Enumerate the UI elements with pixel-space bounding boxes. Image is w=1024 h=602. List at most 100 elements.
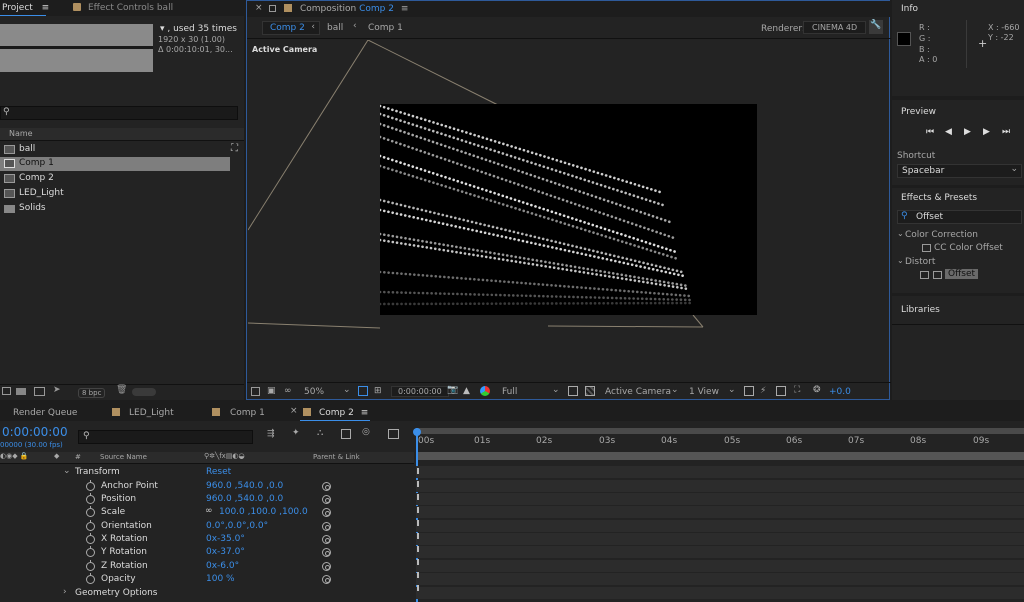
crumb-comp2[interactable]: Comp 2 ‹ [262,21,320,35]
lock-icon[interactable] [269,5,276,12]
project-item-comp1[interactable]: Comp 1 [0,157,230,171]
chevron-down-icon[interactable]: ⌄ [728,385,736,395]
composition-flowchart-icon[interactable]: ⇶ [267,429,275,439]
crumb-comp1[interactable]: Comp 1 [368,23,403,33]
hamburger-icon[interactable]: ≡ [401,4,409,14]
exposure-value[interactable]: +0.0 [829,387,851,397]
stopwatch-icon[interactable] [86,506,95,517]
interpret-footage-icon[interactable] [2,387,11,395]
hamburger-icon[interactable]: ≡ [42,3,50,13]
crumb-ball[interactable]: ball [327,23,343,33]
prop-row-y-rotation[interactable]: Y Rotation 0x-37.0° [0,546,408,559]
project-item-comp2[interactable]: Comp 2 [0,172,230,186]
pickwhip-icon[interactable] [322,495,331,504]
hide-shy-icon[interactable]: ⛬ [317,428,323,438]
prop-value[interactable]: 0x-37.0° [206,547,245,557]
pickwhip-icon[interactable] [322,562,331,571]
chevron-down-icon[interactable]: ⌄ [671,385,679,395]
fast-preview-icon[interactable]: ⚡ [760,386,766,396]
prop-row-z-rotation[interactable]: Z Rotation 0x-6.0° [0,560,408,573]
tab-project[interactable]: Project ≡ [2,3,49,13]
shortcut-select[interactable]: Spacebar ⌄ [897,164,1022,178]
pickwhip-icon[interactable] [322,535,331,544]
new-folder-icon[interactable] [16,388,26,395]
motion-blur-icon[interactable]: ◎ [362,427,370,437]
pickwhip-icon[interactable] [322,482,331,491]
prop-row-orientation[interactable]: Orientation 0.0°,0.0°,0.0° [0,520,408,533]
timeline-timecode[interactable]: 0:00:00:00 [2,425,68,439]
region-icon[interactable] [568,386,578,396]
prop-row-scale[interactable]: Scale ∞ 100.0 ,100.0 ,100.0 [0,506,408,519]
tab-comp2[interactable]: Comp 2 ≡ [319,408,368,418]
stopwatch-icon[interactable] [86,480,95,491]
prop-value[interactable]: 960.0 ,540.0 ,0.0 [206,481,283,491]
stopwatch-icon[interactable] [86,493,95,504]
play-icon[interactable]: ▶ [964,127,971,137]
grid-icon[interactable]: ⊞ [374,386,382,396]
frame-blending-icon[interactable] [341,429,351,439]
reset-exposure-icon[interactable]: ❂ [813,385,821,395]
graph-editor-icon[interactable] [388,429,399,439]
transparency-grid-icon[interactable] [585,386,595,396]
tab-led-light[interactable]: LED_Light [129,408,174,418]
close-icon[interactable]: × [290,406,298,416]
prop-row-anchor-point[interactable]: Anchor Point 960.0 ,540.0 ,0.0 [0,480,408,493]
project-item-solids[interactable]: Solids [0,202,230,216]
arrow-icon[interactable]: ➤ [53,385,61,395]
project-scroll[interactable] [132,388,156,396]
prop-value[interactable]: 100.0 ,100.0 ,100.0 [219,507,308,517]
geometry-options-row[interactable]: › Geometry Options [0,587,408,600]
work-area-bar[interactable] [416,452,1024,460]
flowchart-icon[interactable]: ⛶ [231,143,238,154]
camera-icon[interactable]: 📷 [447,385,458,395]
pickwhip-icon[interactable] [322,508,331,517]
view-select[interactable]: Active Camera [605,387,671,397]
pickwhip-icon[interactable] [322,522,331,531]
trash-icon[interactable]: 🗑 [116,385,127,395]
prop-row-opacity[interactable]: Opacity 100 % [0,573,408,586]
last-frame-icon[interactable]: ⏭ [1002,127,1010,137]
prop-row-position[interactable]: Position 960.0 ,540.0 ,0.0 [0,493,408,506]
project-item-led-light[interactable]: LED_Light [0,187,230,201]
zoom-select[interactable]: 50% [304,387,324,397]
stopwatch-icon[interactable] [86,573,95,584]
first-frame-icon[interactable]: ⏮ [926,127,934,137]
draft-3d-icon[interactable]: ✦ [292,428,300,438]
effects-item-cc-color-offset[interactable]: CC Color Offset [934,243,1003,253]
project-item-ball[interactable]: ball [0,143,230,157]
tab-comp1[interactable]: Comp 1 [230,408,265,418]
prop-value[interactable]: 960.0 ,540.0 ,0.0 [206,494,283,504]
effects-cat-color-correction[interactable]: Color Correction [905,230,978,240]
chevron-right-icon[interactable]: › [63,587,67,597]
renderer-value[interactable]: CINEMA 4D [803,21,867,34]
chevron-down-icon[interactable]: ⌄ [897,256,904,265]
playhead-handle[interactable] [413,428,421,436]
chevron-down-icon[interactable]: ⌄ [63,466,71,476]
color-channels-icon[interactable] [480,386,490,396]
chevron-down-icon[interactable]: ⌄ [343,385,351,395]
lock-icon[interactable] [73,3,81,11]
toggle-pixel-icon[interactable] [744,386,754,396]
time-ruler[interactable]: 00s 01s 02s 03s 04s 05s 06s 07s 08s 09s [416,435,1024,452]
timeline-search-input[interactable]: ⚲ [78,430,253,444]
prop-value[interactable]: 0x-6.0° [206,561,239,571]
3d-glasses-icon[interactable]: ▣ [267,386,276,396]
stopwatch-icon[interactable] [86,560,95,571]
tab-render-queue[interactable]: Render Queue [13,408,77,418]
effects-search-input[interactable]: ⚲ Offset [897,210,1022,224]
reset-link[interactable]: Reset [206,467,231,477]
views-select[interactable]: 1 View [689,387,719,397]
pickwhip-icon[interactable] [322,548,331,557]
new-comp-icon[interactable] [34,387,45,396]
prop-value[interactable]: 100 % [206,574,235,584]
effects-cat-distort[interactable]: Distort [905,257,935,267]
stopwatch-icon[interactable] [86,533,95,544]
prop-row-x-rotation[interactable]: X Rotation 0x-35.0° [0,533,408,546]
stopwatch-icon[interactable] [86,546,95,557]
tab-effect-controls[interactable]: Effect Controls ball [88,3,173,13]
prop-value[interactable]: 0x-35.0° [206,534,245,544]
stopwatch-icon[interactable] [86,520,95,531]
timeline-icon[interactable] [776,386,786,396]
link-icon[interactable]: ∞ [205,506,213,516]
timecode-field[interactable]: 0:00:00:00 [391,386,449,397]
